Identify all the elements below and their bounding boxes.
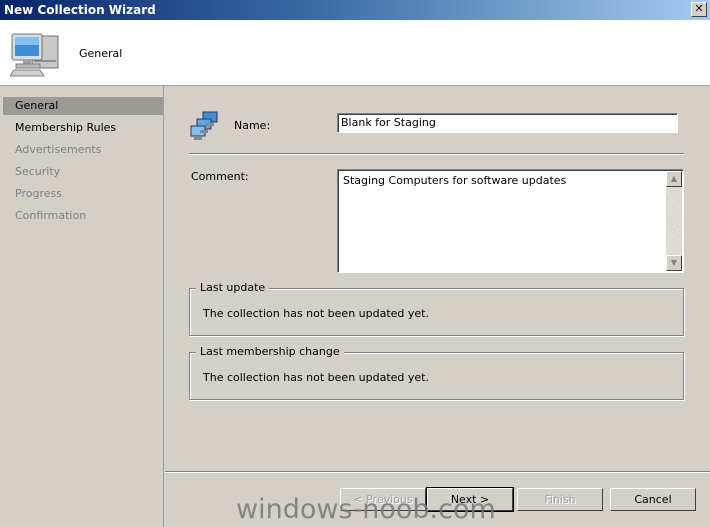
wizard-header: General	[0, 20, 710, 86]
computer-icon	[10, 33, 59, 77]
watermark: windows-noob.com	[236, 494, 496, 525]
last-update-legend: Last update	[196, 281, 270, 294]
last-membership-change-text: The collection has not been updated yet.	[203, 371, 429, 384]
window-title: New Collection Wizard	[4, 3, 156, 17]
comment-scrollbar[interactable]: ▲ ▼	[666, 171, 682, 271]
finish-button[interactable]: Finish	[517, 488, 603, 511]
cancel-button[interactable]: Cancel	[610, 488, 696, 511]
nav-item-general[interactable]: General	[3, 97, 163, 115]
page-title: General	[79, 47, 123, 60]
nav-item-progress: Progress	[15, 187, 62, 200]
last-membership-change-group: Last membership change The collection ha…	[189, 345, 684, 400]
name-label: Name:	[234, 119, 271, 132]
name-input[interactable]: Blank for Staging	[337, 113, 678, 133]
last-membership-change-legend: Last membership change	[196, 345, 344, 358]
wizard-content: Name: Blank for Staging Comment: Staging…	[165, 86, 710, 527]
comment-label: Comment:	[191, 170, 249, 183]
close-button[interactable]: ✕	[691, 2, 707, 17]
scroll-down-icon[interactable]: ▼	[666, 255, 682, 271]
separator	[189, 153, 684, 155]
last-update-group: Last update The collection has not been …	[189, 281, 684, 336]
collection-icon	[190, 111, 218, 140]
last-update-text: The collection has not been updated yet.	[203, 307, 429, 320]
comment-text: Staging Computers for software updates	[343, 174, 567, 187]
nav-item-membership-rules[interactable]: Membership Rules	[3, 119, 163, 137]
comment-textarea[interactable]: Staging Computers for software updates ▲…	[337, 169, 684, 273]
title-bar: New Collection Wizard ✕	[0, 0, 710, 20]
nav-item-confirmation: Confirmation	[15, 209, 87, 222]
scroll-up-icon[interactable]: ▲	[666, 171, 682, 187]
wizard-nav: General Membership Rules Advertisements …	[0, 86, 164, 527]
nav-item-security: Security	[15, 165, 61, 178]
nav-item-advertisements: Advertisements	[15, 143, 102, 156]
